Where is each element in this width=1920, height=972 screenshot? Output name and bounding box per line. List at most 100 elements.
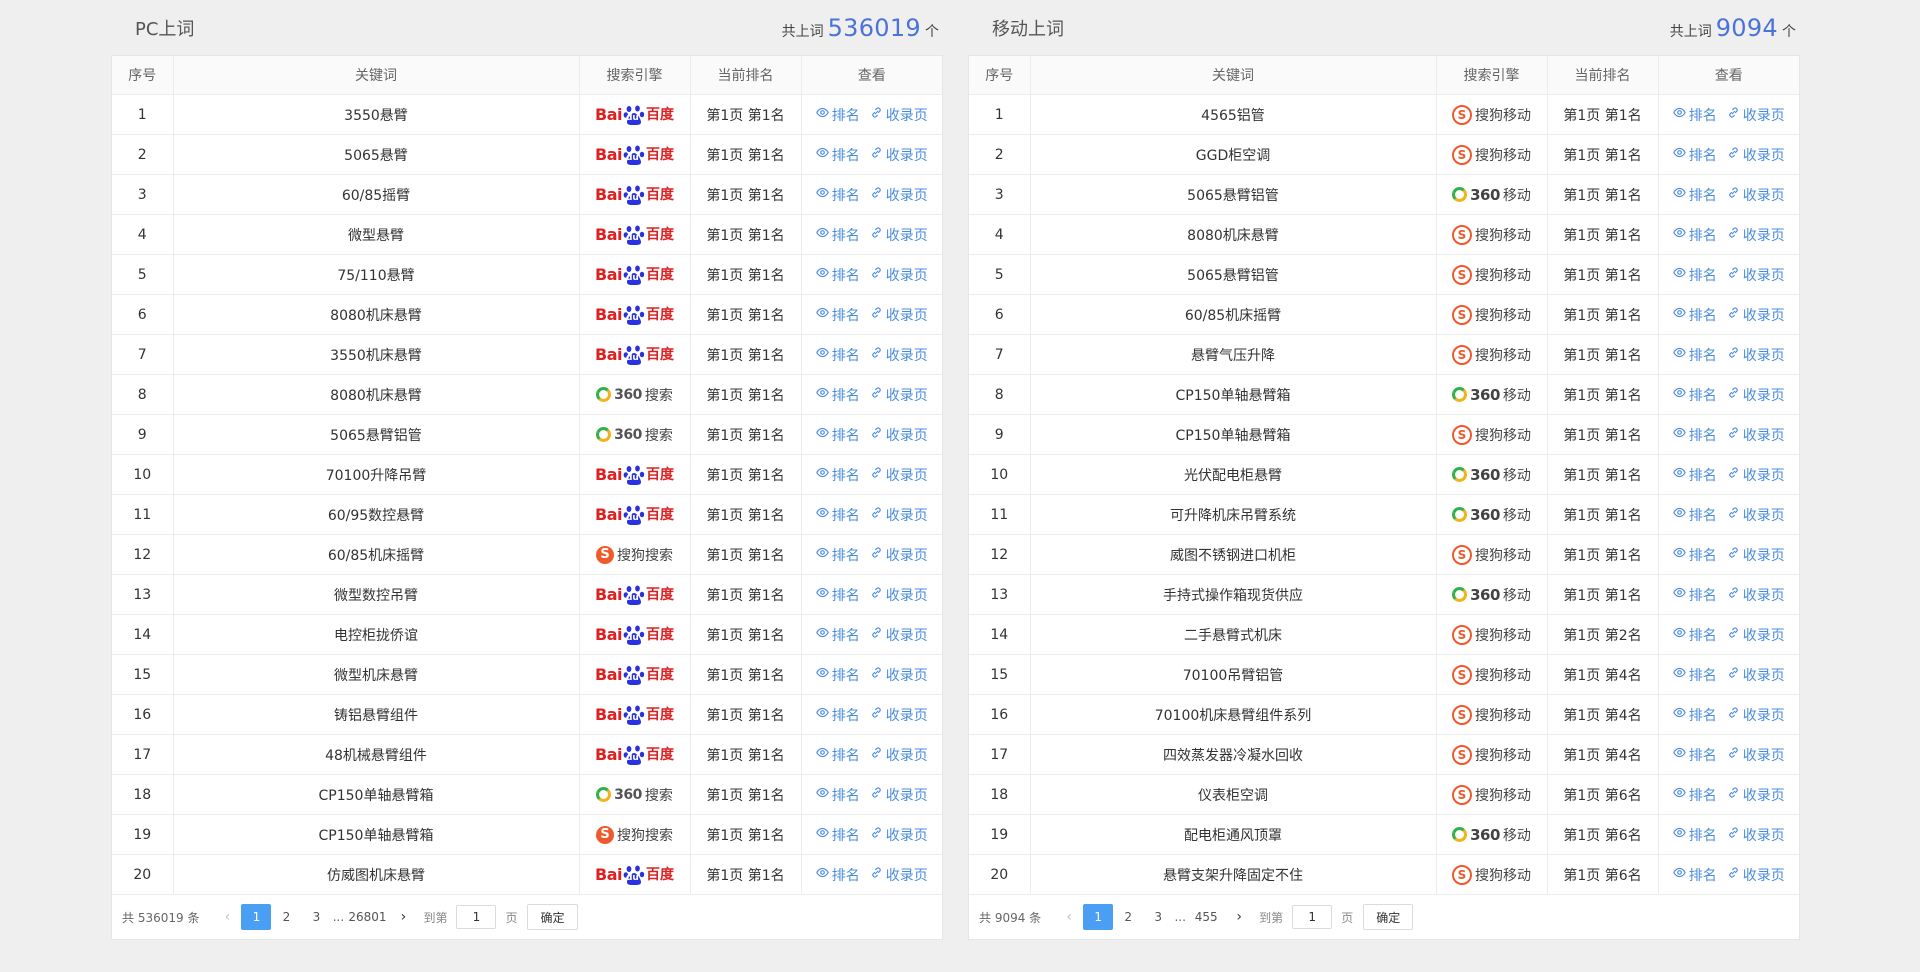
view-rank-link[interactable]: 排名	[815, 185, 860, 205]
view-index-page-link[interactable]: 收录页	[870, 145, 928, 165]
view-index-page-link[interactable]: 收录页	[1727, 105, 1785, 125]
view-rank-link[interactable]: 排名	[1672, 825, 1717, 845]
view-index-page-link[interactable]: 收录页	[870, 425, 928, 445]
view-index-page-link[interactable]: 收录页	[1727, 345, 1785, 365]
view-rank-link[interactable]: 排名	[815, 105, 860, 125]
page-button-2[interactable]: 2	[1113, 904, 1143, 930]
prev-page-icon[interactable]: ‹	[213, 909, 241, 925]
view-rank-link[interactable]: 排名	[1672, 465, 1717, 485]
page-button-3[interactable]: 3	[1143, 904, 1173, 930]
row-actions: 排名 收录页	[1657, 854, 1799, 895]
goto-page-input[interactable]	[456, 905, 497, 929]
view-rank-link[interactable]: 排名	[1672, 225, 1717, 245]
view-index-page-link[interactable]: 收录页	[870, 305, 928, 325]
view-rank-link[interactable]: 排名	[1672, 865, 1717, 885]
view-rank-link[interactable]: 排名	[815, 745, 860, 765]
confirm-button[interactable]: 确定	[527, 904, 578, 930]
view-index-page-link[interactable]: 收录页	[1727, 465, 1785, 485]
view-index-page-link[interactable]: 收录页	[1727, 745, 1785, 765]
view-rank-link[interactable]: 排名	[1672, 265, 1717, 285]
view-rank-link[interactable]: 排名	[1672, 505, 1717, 525]
next-page-icon[interactable]: ›	[1225, 909, 1253, 925]
view-rank-link[interactable]: 排名	[815, 665, 860, 685]
view-rank-link[interactable]: 排名	[815, 825, 860, 845]
view-index-page-link[interactable]: 收录页	[1727, 425, 1785, 445]
next-page-icon[interactable]: ›	[389, 909, 417, 925]
goto-page-input[interactable]	[1292, 905, 1333, 929]
view-rank-link[interactable]: 排名	[815, 145, 860, 165]
view-rank-link[interactable]: 排名	[1672, 785, 1717, 805]
view-rank-link[interactable]: 排名	[815, 265, 860, 285]
view-index-page-link[interactable]: 收录页	[870, 625, 928, 645]
view-index-page-link[interactable]: 收录页	[870, 825, 928, 845]
view-rank-link[interactable]: 排名	[1672, 665, 1717, 685]
page-button-1[interactable]: 1	[1083, 904, 1114, 930]
view-rank-link[interactable]: 排名	[815, 345, 860, 365]
view-rank-link[interactable]: 排名	[1672, 385, 1717, 405]
view-index-page-link[interactable]: 收录页	[870, 385, 928, 405]
view-rank-link[interactable]: 排名	[1672, 305, 1717, 325]
view-index-page-link[interactable]: 收录页	[870, 785, 928, 805]
view-index-page-link[interactable]: 收录页	[870, 105, 928, 125]
view-rank-link[interactable]: 排名	[815, 505, 860, 525]
view-index-page-link[interactable]: 收录页	[1727, 785, 1785, 805]
view-rank-link[interactable]: 排名	[815, 225, 860, 245]
view-index-page-link[interactable]: 收录页	[1727, 505, 1785, 525]
engine-text: 360	[1470, 585, 1500, 604]
view-index-page-link[interactable]: 收录页	[870, 865, 928, 885]
view-index-page-link[interactable]: 收录页	[1727, 865, 1785, 885]
view-index-page-link[interactable]: 收录页	[870, 345, 928, 365]
view-index-page-link[interactable]: 收录页	[1727, 305, 1785, 325]
page-button-last[interactable]: 26801	[345, 904, 389, 930]
view-index-page-link[interactable]: 收录页	[1727, 705, 1785, 725]
link-label: 排名	[1688, 267, 1717, 284]
view-rank-link[interactable]: 排名	[815, 465, 860, 485]
view-index-page-link[interactable]: 收录页	[870, 505, 928, 525]
view-index-page-link[interactable]: 收录页	[870, 705, 928, 725]
view-rank-link[interactable]: 排名	[815, 305, 860, 325]
view-index-page-link[interactable]: 收录页	[870, 185, 928, 205]
view-index-page-link[interactable]: 收录页	[1727, 145, 1785, 165]
confirm-button[interactable]: 确定	[1363, 904, 1414, 930]
view-index-page-link[interactable]: 收录页	[870, 545, 928, 565]
view-rank-link[interactable]: 排名	[815, 385, 860, 405]
view-rank-link[interactable]: 排名	[1672, 145, 1717, 165]
row-actions: 排名 收录页	[800, 734, 942, 775]
view-rank-link[interactable]: 排名	[815, 705, 860, 725]
view-rank-link[interactable]: 排名	[1672, 105, 1717, 125]
page-button-2[interactable]: 2	[271, 904, 301, 930]
page-button-1[interactable]: 1	[241, 904, 272, 930]
view-index-page-link[interactable]: 收录页	[870, 225, 928, 245]
view-rank-link[interactable]: 排名	[1672, 585, 1717, 605]
page-button-last[interactable]: 455	[1187, 904, 1225, 930]
view-index-page-link[interactable]: 收录页	[870, 745, 928, 765]
view-rank-link[interactable]: 排名	[815, 545, 860, 565]
view-index-page-link[interactable]: 收录页	[1727, 265, 1785, 285]
view-rank-link[interactable]: 排名	[1672, 545, 1717, 565]
view-rank-link[interactable]: 排名	[1672, 625, 1717, 645]
view-index-page-link[interactable]: 收录页	[1727, 385, 1785, 405]
view-rank-link[interactable]: 排名	[1672, 185, 1717, 205]
view-rank-link[interactable]: 排名	[815, 865, 860, 885]
view-rank-link[interactable]: 排名	[1672, 705, 1717, 725]
view-rank-link[interactable]: 排名	[815, 785, 860, 805]
view-index-page-link[interactable]: 收录页	[1727, 225, 1785, 245]
prev-page-icon[interactable]: ‹	[1055, 909, 1083, 925]
view-rank-link[interactable]: 排名	[815, 585, 860, 605]
page-button-3[interactable]: 3	[301, 904, 331, 930]
view-index-page-link[interactable]: 收录页	[870, 665, 928, 685]
view-index-page-link[interactable]: 收录页	[1727, 625, 1785, 645]
view-rank-link[interactable]: 排名	[815, 625, 860, 645]
view-index-page-link[interactable]: 收录页	[870, 585, 928, 605]
view-index-page-link[interactable]: 收录页	[1727, 665, 1785, 685]
view-index-page-link[interactable]: 收录页	[1727, 185, 1785, 205]
view-index-page-link[interactable]: 收录页	[1727, 825, 1785, 845]
view-index-page-link[interactable]: 收录页	[1727, 585, 1785, 605]
view-rank-link[interactable]: 排名	[1672, 425, 1717, 445]
view-rank-link[interactable]: 排名	[1672, 745, 1717, 765]
view-index-page-link[interactable]: 收录页	[870, 265, 928, 285]
view-rank-link[interactable]: 排名	[1672, 345, 1717, 365]
view-index-page-link[interactable]: 收录页	[1727, 545, 1785, 565]
view-index-page-link[interactable]: 收录页	[870, 465, 928, 485]
view-rank-link[interactable]: 排名	[815, 425, 860, 445]
